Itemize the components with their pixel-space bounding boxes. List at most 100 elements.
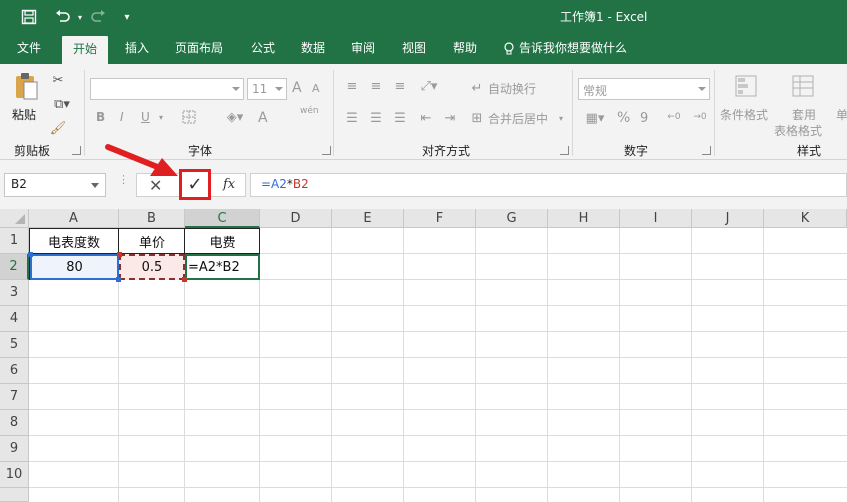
customize-toolbar-icon[interactable]: ▾ xyxy=(120,7,134,27)
cell-a2[interactable]: 80 xyxy=(30,254,119,280)
grow-font-icon[interactable]: A xyxy=(292,80,302,96)
row-header-5[interactable]: 5 xyxy=(0,332,29,358)
cell-styles-button[interactable]: 单 xyxy=(836,106,847,123)
tab-review[interactable]: 审阅 xyxy=(340,33,386,64)
font-name-combo[interactable] xyxy=(90,78,244,100)
column-header-a[interactable]: A xyxy=(29,209,119,228)
number-launcher-icon[interactable] xyxy=(702,146,711,155)
row-header-9[interactable]: 9 xyxy=(0,436,29,462)
row-header-4[interactable]: 4 xyxy=(0,306,29,332)
tab-insert[interactable]: 插入 xyxy=(114,33,160,64)
decrease-indent-icon[interactable]: ⇤ xyxy=(416,110,436,126)
alignment-launcher-icon[interactable] xyxy=(560,146,569,155)
top-align-icon[interactable]: ≡ xyxy=(342,78,362,94)
conditional-format-icon[interactable] xyxy=(732,72,760,100)
row-header-2[interactable]: 2 xyxy=(0,254,29,280)
tab-page-layout[interactable]: 页面布局 xyxy=(168,33,230,64)
column-header-g[interactable]: G xyxy=(476,209,548,228)
formula-bar-grip[interactable]: ⋮ xyxy=(118,174,129,185)
column-header-b[interactable]: B xyxy=(119,209,185,228)
column-header-f[interactable]: F xyxy=(404,209,476,228)
accounting-format-icon[interactable]: ▦▾ xyxy=(580,110,610,126)
row-header-3[interactable]: 3 xyxy=(0,280,29,306)
cancel-entry-button[interactable]: ✕ xyxy=(149,176,162,195)
shrink-font-icon[interactable]: A xyxy=(312,82,320,95)
column-header-e[interactable]: E xyxy=(332,209,404,228)
format-as-table-line1[interactable]: 套用 xyxy=(792,106,816,123)
column-header-j[interactable]: J xyxy=(692,209,764,228)
tab-file[interactable]: 文件 xyxy=(6,33,52,64)
column-header-i[interactable]: I xyxy=(620,209,692,228)
format-as-table-line2[interactable]: 表格格式 xyxy=(774,122,822,139)
merge-dropdown-icon[interactable]: ▾ xyxy=(556,110,566,126)
row-header-7[interactable]: 7 xyxy=(0,384,29,410)
cell-c2[interactable]: =A2*B2 xyxy=(185,254,260,280)
conditional-format-button[interactable]: 条件格式 xyxy=(720,106,768,123)
increase-decimal-icon[interactable]: ←0 xyxy=(664,108,684,126)
wrap-text-button[interactable]: 自动换行 xyxy=(488,80,536,97)
tab-view[interactable]: 视图 xyxy=(391,33,437,64)
column-header-d[interactable]: D xyxy=(260,209,332,228)
save-icon[interactable] xyxy=(18,7,40,27)
cell-c1[interactable]: 电费 xyxy=(185,228,260,254)
row-header-6[interactable]: 6 xyxy=(0,358,29,384)
row-header-11[interactable] xyxy=(0,488,29,502)
cell-b2[interactable]: 0.5 xyxy=(119,254,185,280)
phonetic-icon[interactable]: wén xyxy=(300,106,319,116)
merge-center-button[interactable]: 合并后居中 xyxy=(488,110,548,127)
increase-indent-icon[interactable]: ⇥ xyxy=(440,110,460,126)
format-as-table-icon[interactable] xyxy=(789,72,817,100)
fill-color-icon[interactable]: ◈▾ xyxy=(220,108,250,126)
orientation-icon[interactable]: ⤢▾ xyxy=(416,78,442,94)
comma-style-button[interactable]: 9 xyxy=(640,111,648,126)
align-left-icon[interactable]: ☰ xyxy=(342,110,362,126)
format-painter-icon[interactable]: 🖌 xyxy=(48,118,68,138)
italic-button[interactable]: I xyxy=(120,110,124,124)
column-header-c[interactable]: C xyxy=(185,209,260,228)
underline-dropdown-icon[interactable]: ▾ xyxy=(156,110,166,124)
font-launcher-icon[interactable] xyxy=(322,146,331,155)
font-color-icon[interactable]: A xyxy=(258,110,268,126)
bottom-align-icon[interactable]: ≡ xyxy=(390,78,410,94)
enter-confirm-button[interactable]: ✓ xyxy=(179,169,211,200)
percent-button[interactable]: % xyxy=(617,110,630,126)
borders-icon[interactable] xyxy=(178,108,200,126)
name-box[interactable]: B2 xyxy=(4,173,106,197)
cell-a1[interactable]: 电表度数 xyxy=(29,228,119,254)
decrease-decimal-icon[interactable]: →0 xyxy=(690,108,710,126)
copy-icon[interactable]: ⧉▾ xyxy=(48,94,76,114)
cut-icon[interactable]: ✂ xyxy=(48,70,68,90)
undo-dropdown-icon[interactable]: ▾ xyxy=(76,7,84,27)
redo-icon[interactable] xyxy=(86,7,110,27)
range-handle-a2-br[interactable] xyxy=(116,277,121,282)
wrap-text-icon[interactable]: ↵ xyxy=(468,80,486,96)
clipboard-launcher-icon[interactable] xyxy=(72,146,81,155)
bold-button[interactable]: B xyxy=(96,110,105,124)
middle-align-icon[interactable]: ≡ xyxy=(366,78,386,94)
insert-function-button[interactable]: fx xyxy=(223,177,235,192)
underline-button[interactable]: U xyxy=(141,110,150,124)
paste-label[interactable]: 粘贴 xyxy=(12,106,36,123)
align-right-icon[interactable]: ☰ xyxy=(390,110,410,126)
paste-icon[interactable] xyxy=(12,72,40,102)
tab-data[interactable]: 数据 xyxy=(290,33,336,64)
tell-me-box[interactable]: 告诉我你想要做什么 xyxy=(503,33,627,64)
formula-input[interactable]: =A2*B2 xyxy=(250,173,847,197)
tab-home[interactable]: 开始 xyxy=(62,36,108,64)
font-size-combo[interactable]: 11 xyxy=(247,78,287,100)
align-center-icon[interactable]: ☰ xyxy=(366,110,386,126)
tab-formulas[interactable]: 公式 xyxy=(240,33,286,64)
select-all-corner[interactable] xyxy=(0,209,29,228)
range-handle-a2[interactable] xyxy=(28,252,33,257)
undo-icon[interactable] xyxy=(50,7,76,27)
tab-help[interactable]: 帮助 xyxy=(442,33,488,64)
number-format-combo[interactable]: 常规 xyxy=(578,78,710,100)
row-header-1[interactable]: 1 xyxy=(0,228,29,254)
column-header-k[interactable]: K xyxy=(764,209,847,228)
column-header-h[interactable]: H xyxy=(548,209,620,228)
range-handle-b2-br[interactable] xyxy=(182,277,187,282)
row-header-8[interactable]: 8 xyxy=(0,410,29,436)
cell-b1[interactable]: 单价 xyxy=(119,228,185,254)
row-header-10[interactable]: 10 xyxy=(0,462,29,488)
merge-center-icon[interactable]: ⊞ xyxy=(468,110,486,126)
